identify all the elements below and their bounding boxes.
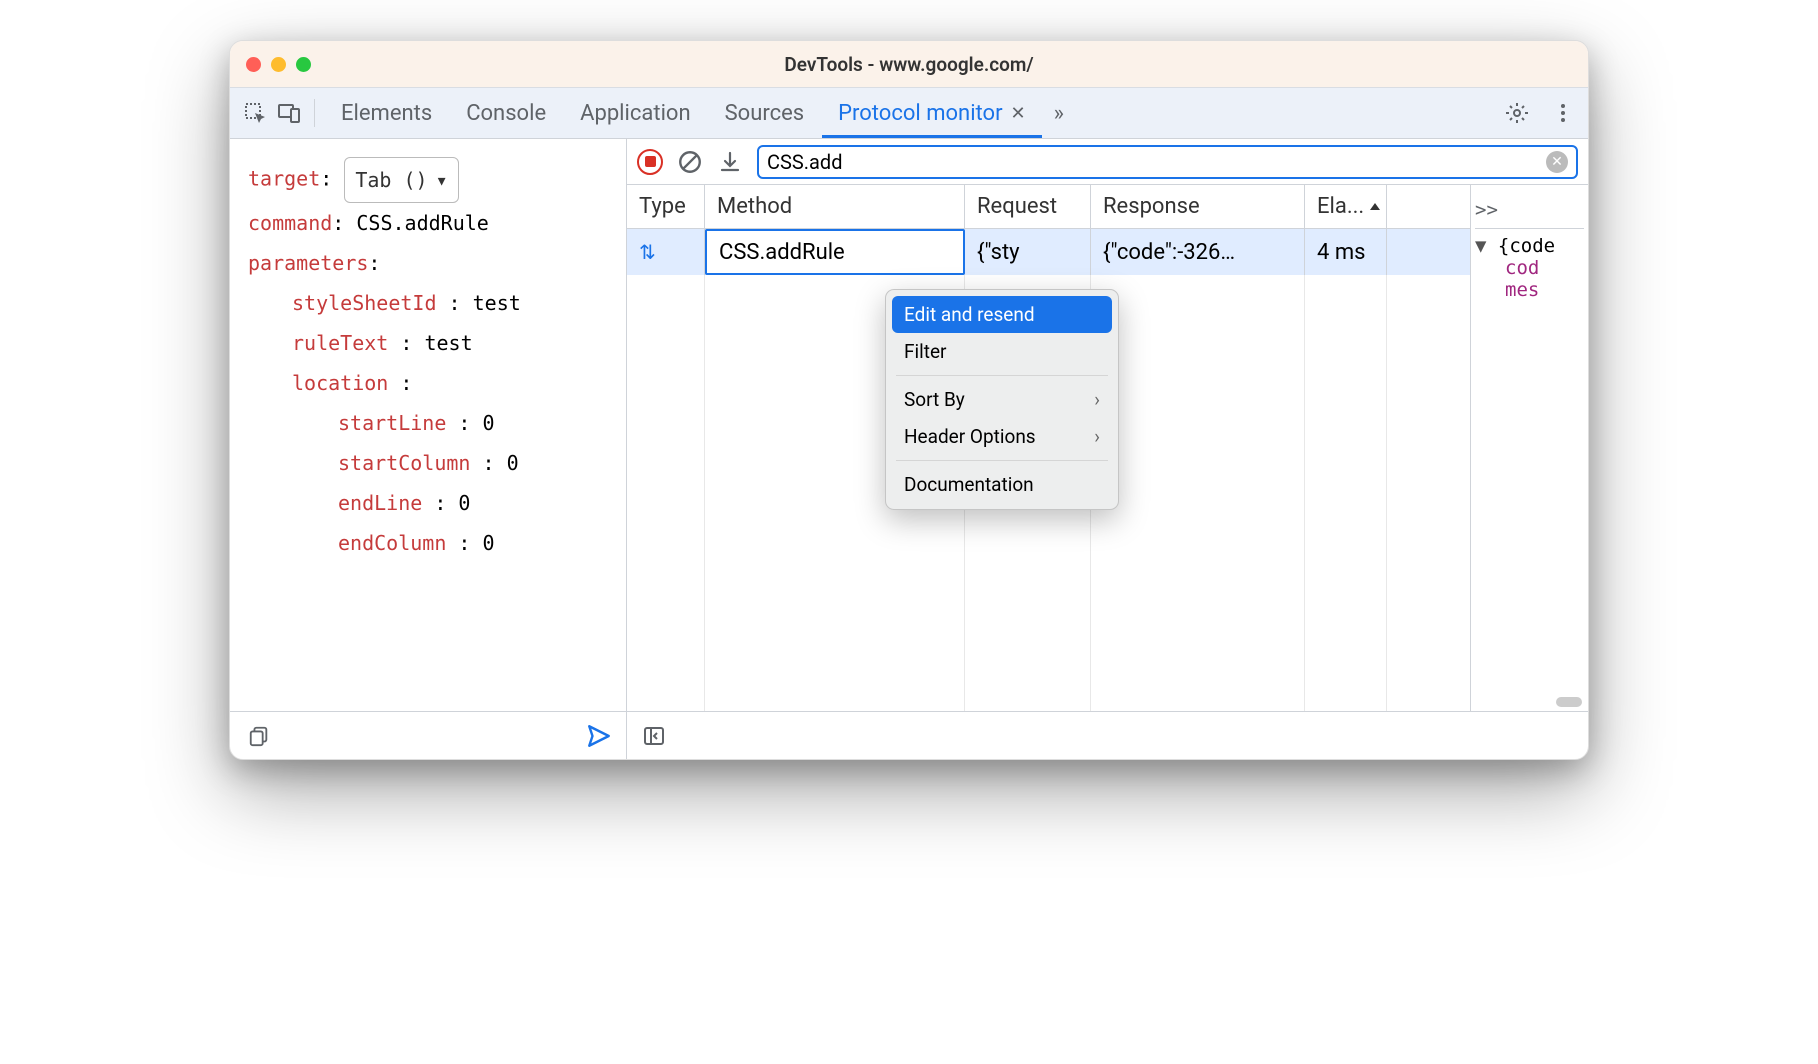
param-value[interactable]: 0 [458, 491, 470, 515]
filter-input[interactable] [767, 150, 1546, 174]
log-table: Type Method Request Response Ela... ⇅ CS… [627, 185, 1470, 711]
command-editor-body: target: Tab () ▾ command: CSS.addRule pa… [230, 139, 626, 711]
param-key: startLine [338, 411, 446, 435]
cell-request: {"sty [965, 229, 1091, 275]
param-key: styleSheetId [292, 291, 437, 315]
right-footer [627, 711, 1588, 759]
param-value[interactable]: 0 [507, 451, 519, 475]
column-method[interactable]: Method [705, 185, 965, 228]
tab-label: Application [580, 101, 690, 126]
kebab-menu-icon[interactable] [1548, 98, 1578, 128]
collapse-sidebar-icon[interactable] [639, 721, 669, 751]
tab-label: Sources [725, 101, 805, 126]
more-columns-icon[interactable]: >> [1475, 199, 1498, 221]
column-elapsed[interactable]: Ela... [1305, 185, 1387, 228]
filter-field[interactable]: ✕ [757, 145, 1578, 179]
protocol-log-pane: ✕ Type Method Request Response Ela... [627, 139, 1588, 759]
param-value[interactable]: 0 [483, 531, 495, 555]
clear-log-icon[interactable] [677, 149, 703, 175]
param-key: endLine [338, 491, 422, 515]
horizontal-scrollbar[interactable] [1471, 697, 1588, 707]
disclosure-triangle-icon[interactable]: ▼ [1475, 235, 1486, 257]
log-toolbar: ✕ [627, 139, 1588, 185]
cell-elapsed: 4 ms [1305, 229, 1387, 275]
copy-icon[interactable] [244, 721, 274, 751]
devtools-toolbar: Elements Console Application Sources Pro… [230, 87, 1588, 139]
cell-method: CSS.addRule [705, 229, 965, 275]
target-label: target [248, 167, 320, 191]
send-command-button[interactable] [586, 723, 612, 749]
tab-label: Elements [341, 101, 432, 126]
param-key: location [292, 371, 388, 395]
tab-sources[interactable]: Sources [709, 88, 821, 138]
column-type[interactable]: Type [627, 185, 705, 228]
command-editor-footer [230, 711, 626, 759]
settings-icon[interactable] [1502, 98, 1532, 128]
json-text: {code [1498, 235, 1555, 257]
tab-label: Protocol monitor [838, 101, 1002, 126]
menu-edit-resend[interactable]: Edit and resend [892, 296, 1112, 333]
menu-documentation[interactable]: Documentation [892, 466, 1112, 503]
command-label: command [248, 211, 332, 235]
table-header: Type Method Request Response Ela... [627, 185, 1470, 229]
chevron-down-icon: ▾ [436, 160, 448, 200]
param-key: ruleText [292, 331, 388, 355]
menu-header-options[interactable]: Header Options› [892, 418, 1112, 455]
bidirectional-icon: ⇅ [639, 240, 656, 264]
table-row[interactable]: ⇅ CSS.addRule {"sty {"code":-326… 4 ms [627, 229, 1470, 275]
tab-elements[interactable]: Elements [325, 88, 448, 138]
tab-application[interactable]: Application [564, 88, 706, 138]
details-pane: >> ▼ {code cod mes [1470, 185, 1588, 711]
command-editor-pane: target: Tab () ▾ command: CSS.addRule pa… [230, 139, 627, 759]
toolbar-divider [314, 99, 315, 127]
record-button[interactable] [637, 149, 663, 175]
clear-filter-icon[interactable]: ✕ [1546, 151, 1568, 173]
tab-protocol-monitor[interactable]: Protocol monitor ✕ [822, 88, 1041, 138]
close-tab-icon[interactable]: ✕ [1011, 103, 1026, 124]
command-value: CSS.addRule [356, 211, 488, 235]
column-request[interactable]: Request [965, 185, 1091, 228]
device-toolbar-icon[interactable] [274, 98, 304, 128]
panel-tabs: Elements Console Application Sources Pro… [325, 88, 1074, 138]
devtools-window: DevTools - www.google.com/ Elements Cons… [229, 40, 1589, 760]
tab-console[interactable]: Console [450, 88, 562, 138]
param-value[interactable]: 0 [483, 411, 495, 435]
menu-sort-by[interactable]: Sort By› [892, 381, 1112, 418]
cell-response: {"code":-326… [1091, 229, 1305, 275]
context-menu: Edit and resend Filter Sort By› Header O… [885, 289, 1119, 510]
json-key: mes [1505, 279, 1539, 301]
tab-label: Console [466, 101, 546, 126]
param-key: startColumn [338, 451, 470, 475]
param-key: endColumn [338, 531, 446, 555]
menu-filter[interactable]: Filter [892, 333, 1112, 370]
target-value: Tab () [355, 160, 427, 200]
param-value[interactable]: test [424, 331, 472, 355]
target-select[interactable]: Tab () ▾ [344, 157, 458, 203]
column-response[interactable]: Response [1091, 185, 1305, 228]
menu-separator [896, 460, 1108, 461]
inspect-element-icon[interactable] [240, 98, 270, 128]
chevron-right-icon: › [1094, 388, 1100, 411]
more-tabs-icon[interactable]: » [1044, 101, 1074, 126]
window-title: DevTools - www.google.com/ [230, 53, 1588, 76]
content-area: target: Tab () ▾ command: CSS.addRule pa… [230, 139, 1588, 759]
param-value[interactable]: test [473, 291, 521, 315]
parameters-label: parameters [248, 251, 368, 275]
menu-separator [896, 375, 1108, 376]
chevron-right-icon: › [1094, 425, 1100, 448]
cell-type: ⇅ [627, 229, 705, 275]
json-key: cod [1505, 257, 1539, 279]
window-titlebar: DevTools - www.google.com/ [230, 41, 1588, 87]
download-icon[interactable] [717, 149, 743, 175]
